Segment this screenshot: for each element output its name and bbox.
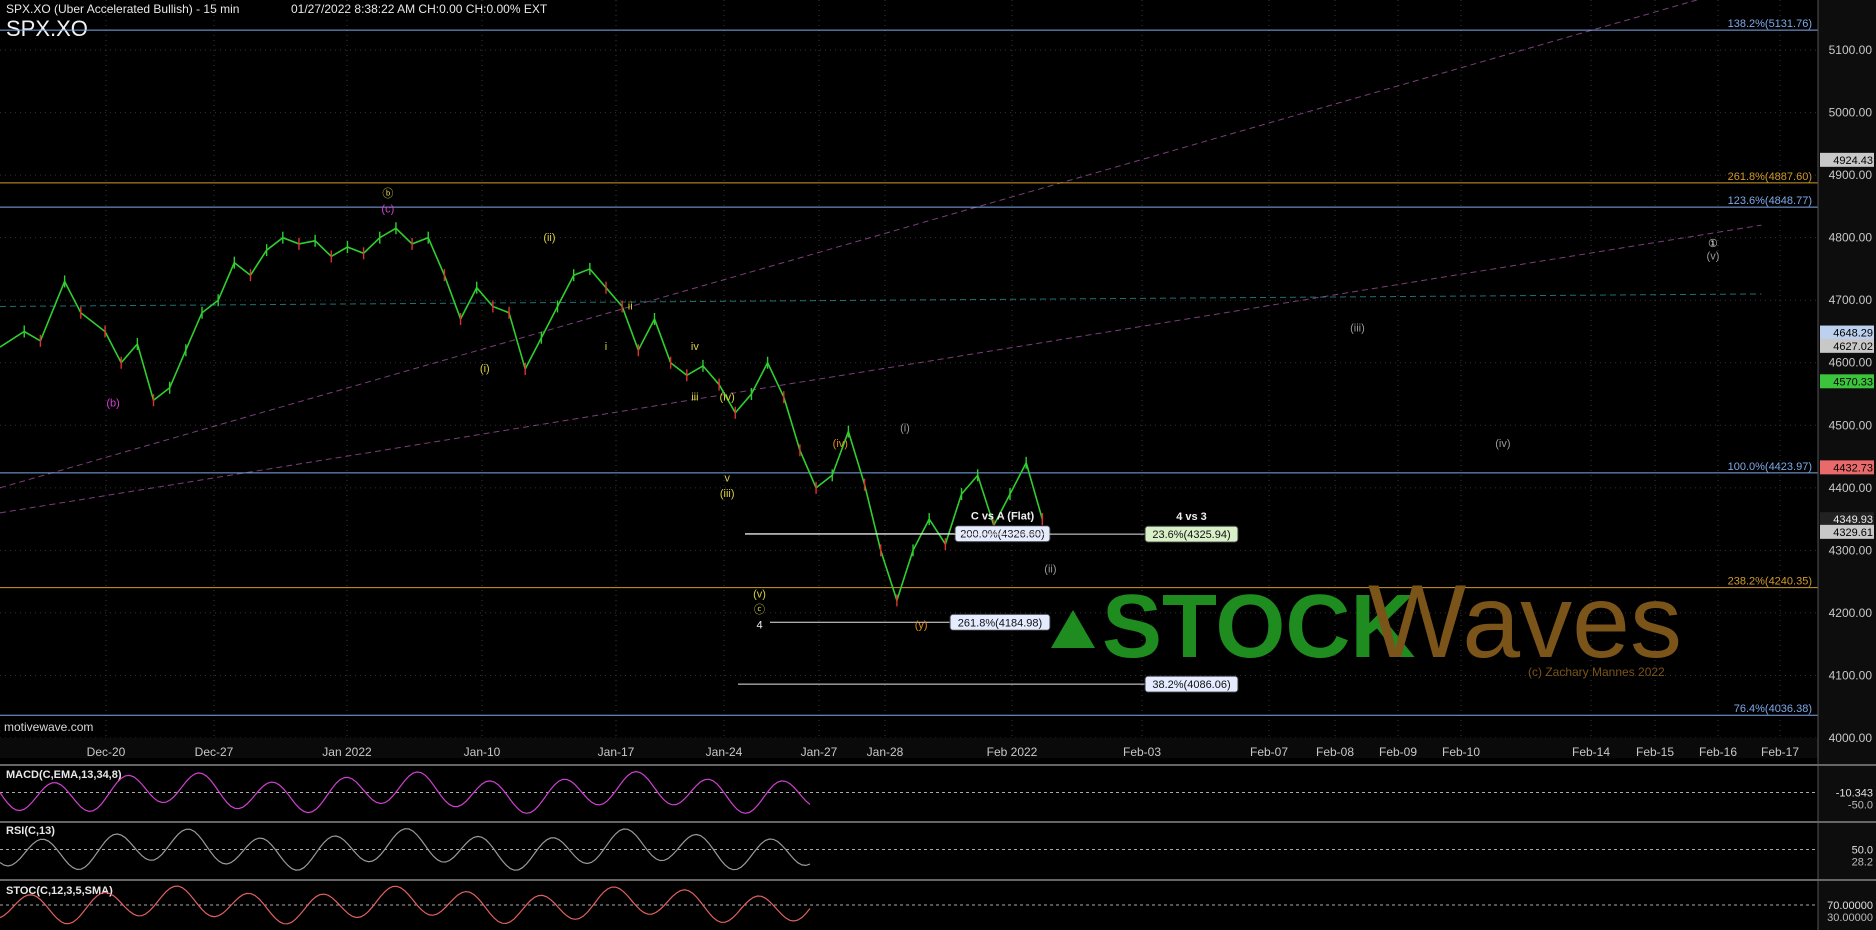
wave-label: (iii) [720,488,735,500]
x-tick-label: Dec-27 [195,745,234,759]
wave-label: (v) [1707,251,1720,263]
fib-level-label: 138.2%(5131.76) [1728,18,1812,30]
fib-level-label: 238.2%(4240.35) [1728,576,1812,588]
x-tick-label: Jan-27 [801,745,838,759]
wave-label: (i) [900,423,910,435]
indicator-value-label: 30.00000 [1827,912,1873,924]
fib-level-label: 261.8%(4887.60) [1728,171,1812,183]
x-tick-label: Feb-09 [1379,745,1417,759]
indicator-value-label: 50.0 [1852,845,1873,857]
price-badge-label: 4329.61 [1833,527,1873,539]
trend-line [0,293,1762,307]
fib-box-label: 23.6%(4325.94) [1152,529,1230,541]
price-badge-label: 4432.73 [1833,462,1873,474]
x-tick-label: Jan-10 [464,745,501,759]
fib-box-label: 261.8%(4184.98) [958,617,1042,629]
x-tick-label: Feb-08 [1316,745,1354,759]
wave-label: (v) [753,588,766,600]
wave-label: (iv) [833,438,848,450]
indicator-value-label: 70.00000 [1827,900,1873,912]
wave-label: (ii) [1044,563,1056,575]
x-tick-label: Feb-14 [1572,745,1610,759]
wave-label: 4 [756,620,762,632]
stockwaves-logo: STOCK Waves (c) Zachary Mannes 2022 [1051,564,1682,680]
y-tick-label: 4200.00 [1829,606,1873,620]
price-chart[interactable]: 138.2%(5131.76) 261.8%(4887.60) 123.6%(484… [0,0,1876,930]
y-tick-label: 4100.00 [1829,668,1873,682]
price-series-line [0,227,1044,604]
price-badge-label: 4924.43 [1833,155,1873,167]
wave-label: (c) [381,204,394,216]
y-tick-label: 4600.00 [1829,356,1873,370]
wave-label: ⓒ [754,603,765,616]
y-tick-label: 4000.00 [1829,731,1873,745]
indicator-value-label: -10.343 [1836,788,1873,800]
indicator-value-label: 28.2 [1852,857,1873,869]
fib-box-heading: 4 vs 3 [1176,511,1207,523]
logo-wordmark-waves: Waves [1368,564,1682,680]
x-tick-label: Jan-28 [867,745,904,759]
trend-line [0,224,1762,514]
y-tick-label: 4900.00 [1829,168,1873,182]
price-badge-label: 4648.29 [1833,328,1873,340]
y-tick-label: 4300.00 [1829,543,1873,557]
wave-label: v [724,473,730,485]
logo-triangle-icon [1051,610,1095,648]
x-tick-label: Feb-03 [1123,745,1161,759]
wave-label: ① [1708,238,1718,250]
fib-box-label: 200.0%(4326.60) [960,529,1044,541]
x-tick-label: Feb-07 [1250,745,1288,759]
y-tick-label: 5100.00 [1829,43,1873,57]
x-tick-label: Feb-17 [1761,745,1799,759]
wave-label: ⓑ [382,187,393,200]
y-tick-label: 5000.00 [1829,106,1873,120]
wave-label: ii [628,301,633,313]
trend-line [0,0,1697,489]
x-tick-label: Dec-20 [87,745,126,759]
wave-label: iv [691,341,699,353]
fib-box-heading: C vs A (Flat) [971,511,1035,523]
wave-label: (i) [480,363,490,375]
wave-label: (y) [915,620,928,632]
x-tick-label: Feb-10 [1442,745,1480,759]
x-tick-label: Feb-16 [1699,745,1737,759]
wave-label: (b) [106,398,119,410]
x-tick-label: Feb 2022 [987,745,1038,759]
indicator-value-label: -50.0 [1848,800,1873,812]
wave-label: (iii) [1350,322,1365,334]
x-tick-label: Jan-17 [598,745,635,759]
logo-copyright: (c) Zachary Mannes 2022 [1528,665,1665,679]
x-tick-label: Jan 2022 [322,745,372,759]
wave-label: (ii) [543,232,555,244]
y-tick-label: 4500.00 [1829,418,1873,432]
y-tick-label: 4800.00 [1829,231,1873,245]
wave-label: (iv) [720,391,735,403]
fib-level-label: 100.0%(4423.97) [1728,461,1812,473]
wave-label: (iv) [1495,438,1510,450]
x-tick-label: Jan-24 [706,745,743,759]
wave-label: iii [691,391,698,403]
price-badge-label: 4627.02 [1833,341,1873,353]
y-tick-label: 4400.00 [1829,481,1873,495]
fib-level-label: 123.6%(4848.77) [1728,195,1812,207]
fib-level-label: 76.4%(4036.38) [1734,703,1812,715]
y-tick-label: 4700.00 [1829,293,1873,307]
wave-label: i [605,341,607,353]
price-badge-label: 4349.93 [1833,514,1873,526]
price-badge-label: 4570.33 [1833,376,1873,388]
x-tick-label: Feb-15 [1636,745,1674,759]
fib-box-label: 38.2%(4086.06) [1152,679,1230,691]
